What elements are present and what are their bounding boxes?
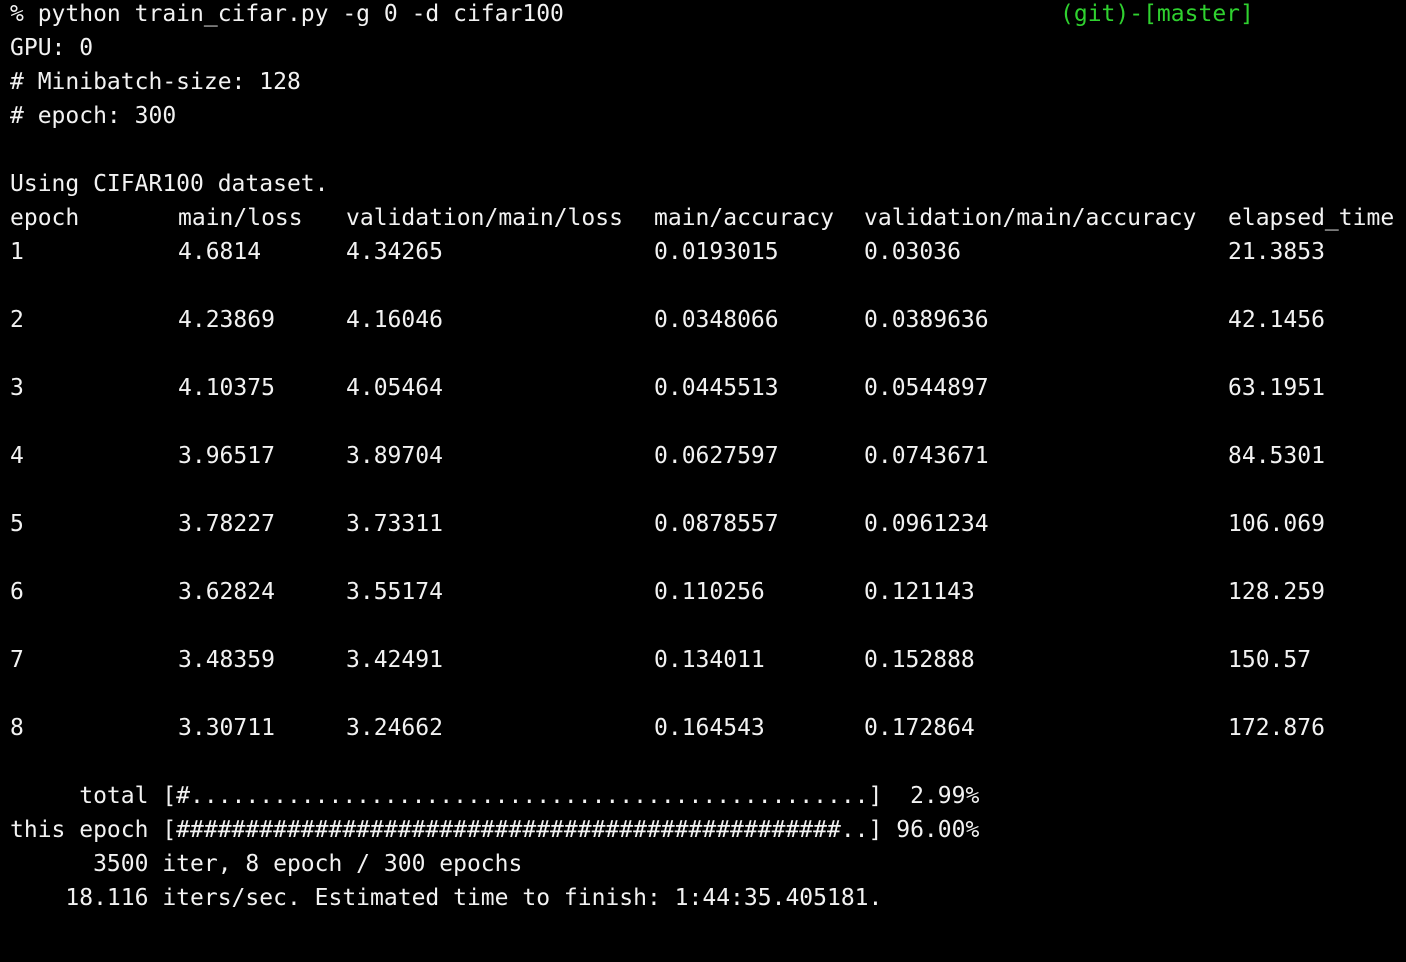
epoch-cell: 5 bbox=[10, 511, 24, 537]
validation-accuracy-cell: 0.121143 bbox=[864, 579, 975, 605]
elapsed-time-cell: 106.069 bbox=[1228, 511, 1325, 537]
validation-loss-cell: 4.05464 bbox=[346, 375, 443, 401]
column-header-main-loss: main/loss bbox=[178, 205, 303, 231]
gpu-info-line: GPU: 0 bbox=[10, 35, 94, 61]
main-loss-cell: 3.62824 bbox=[178, 579, 275, 605]
epoch-cell: 3 bbox=[10, 375, 24, 401]
main-loss-cell: 3.48359 bbox=[178, 647, 275, 673]
main-loss-cell: 3.78227 bbox=[178, 511, 275, 537]
epoch-cell: 7 bbox=[10, 647, 24, 673]
elapsed-time-cell: 150.57 bbox=[1228, 647, 1312, 673]
elapsed-time-cell: 42.1456 bbox=[1228, 307, 1325, 333]
column-header-epoch: epoch bbox=[10, 205, 80, 231]
main-accuracy-cell: 0.134011 bbox=[654, 647, 765, 673]
minibatch-info-line: # Minibatch-size: 128 bbox=[10, 69, 301, 95]
epoch-cell: 8 bbox=[10, 715, 24, 741]
total-progress-bar: total [#................................… bbox=[10, 783, 980, 809]
validation-loss-cell: 3.89704 bbox=[346, 443, 443, 469]
elapsed-time-cell: 172.876 bbox=[1228, 715, 1325, 741]
main-loss-cell: 4.10375 bbox=[178, 375, 275, 401]
validation-loss-cell: 3.24662 bbox=[346, 715, 443, 741]
validation-accuracy-cell: 0.03036 bbox=[864, 239, 961, 265]
elapsed-time-cell: 84.5301 bbox=[1228, 443, 1325, 469]
column-header-validation-loss: validation/main/loss bbox=[346, 205, 623, 231]
epoch-cell: 2 bbox=[10, 307, 24, 333]
epoch-info-line: # epoch: 300 bbox=[10, 103, 177, 129]
validation-loss-cell: 3.55174 bbox=[346, 579, 443, 605]
main-accuracy-cell: 0.110256 bbox=[654, 579, 765, 605]
validation-loss-cell: 4.16046 bbox=[346, 307, 443, 333]
main-accuracy-cell: 0.0627597 bbox=[654, 443, 779, 469]
elapsed-time-cell: 21.3853 bbox=[1228, 239, 1325, 265]
iteration-status-line: 3500 iter, 8 epoch / 300 epochs bbox=[10, 851, 523, 877]
validation-accuracy-cell: 0.0544897 bbox=[864, 375, 989, 401]
elapsed-time-cell: 128.259 bbox=[1228, 579, 1325, 605]
epoch-cell: 1 bbox=[10, 239, 24, 265]
epoch-cell: 4 bbox=[10, 443, 24, 469]
column-header-elapsed-time: elapsed_time bbox=[1228, 205, 1395, 231]
main-loss-cell: 3.96517 bbox=[178, 443, 275, 469]
dataset-info-line: Using CIFAR100 dataset. bbox=[10, 171, 329, 197]
main-accuracy-cell: 0.164543 bbox=[654, 715, 765, 741]
column-header-main-accuracy: main/accuracy bbox=[654, 205, 835, 231]
validation-loss-cell: 3.42491 bbox=[346, 647, 443, 673]
elapsed-time-cell: 63.1951 bbox=[1228, 375, 1325, 401]
validation-loss-cell: 4.34265 bbox=[346, 239, 443, 265]
validation-accuracy-cell: 0.152888 bbox=[864, 647, 975, 673]
main-accuracy-cell: 0.0878557 bbox=[654, 511, 779, 537]
speed-eta-line: 18.116 iters/sec. Estimated time to fini… bbox=[10, 885, 883, 911]
main-loss-cell: 4.6814 bbox=[178, 239, 262, 265]
validation-loss-cell: 3.73311 bbox=[346, 511, 443, 537]
main-accuracy-cell: 0.0348066 bbox=[654, 307, 779, 333]
main-loss-cell: 4.23869 bbox=[178, 307, 275, 333]
main-accuracy-cell: 0.0193015 bbox=[654, 239, 779, 265]
main-loss-cell: 3.30711 bbox=[178, 715, 275, 741]
validation-accuracy-cell: 0.172864 bbox=[864, 715, 975, 741]
terminal-window[interactable]: % python train_cifar.py -g 0 -d cifar100… bbox=[0, 0, 1406, 962]
column-header-validation-accuracy: validation/main/accuracy bbox=[864, 205, 1197, 231]
validation-accuracy-cell: 0.0389636 bbox=[864, 307, 989, 333]
validation-accuracy-cell: 0.0961234 bbox=[864, 511, 989, 537]
epoch-progress-bar: this epoch [############################… bbox=[10, 817, 980, 843]
main-accuracy-cell: 0.0445513 bbox=[654, 375, 779, 401]
epoch-cell: 6 bbox=[10, 579, 24, 605]
git-branch-status: (git)-[master] bbox=[1060, 1, 1254, 27]
command-line: % python train_cifar.py -g 0 -d cifar100 bbox=[10, 1, 564, 27]
validation-accuracy-cell: 0.0743671 bbox=[864, 443, 989, 469]
